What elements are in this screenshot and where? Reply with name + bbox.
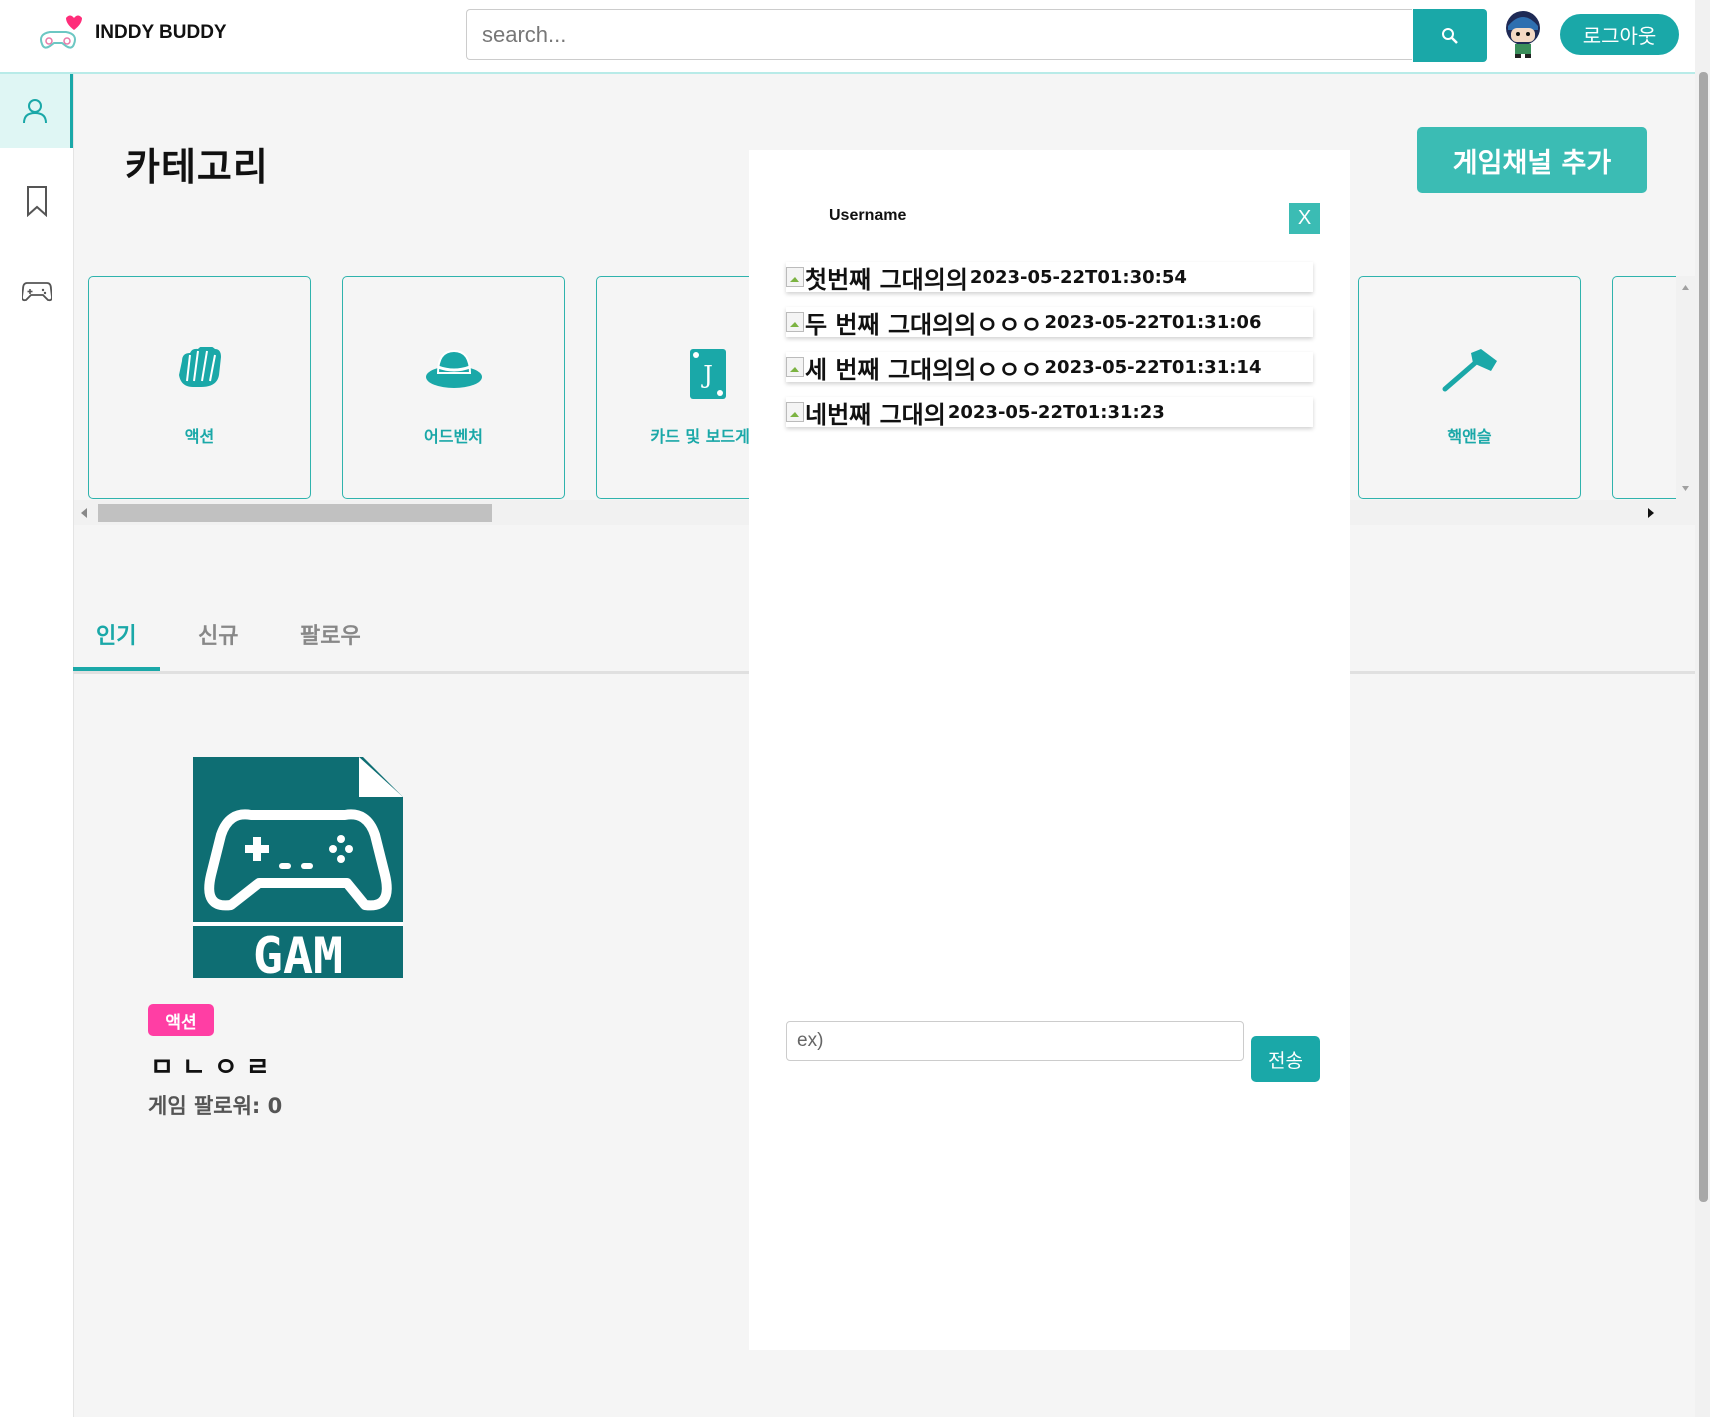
category-label: 핵앤슬	[1447, 427, 1492, 446]
chat-message-text: 네번째 그대의	[805, 400, 946, 429]
hammer-icon	[1442, 349, 1497, 392]
chat-message: 네번째 그대의 2023-05-22T01:31:23	[786, 397, 1313, 429]
chat-message-time: 2023-05-22T01:30:54	[969, 266, 1187, 288]
logout-button[interactable]: 로그아웃	[1560, 14, 1679, 55]
close-chat-button[interactable]: X	[1289, 203, 1320, 234]
brand-name[interactable]: INDDY BUDDY	[95, 22, 227, 44]
chat-message-time: 2023-05-22T01:31:06	[1044, 311, 1262, 333]
logo-icon[interactable]	[34, 12, 82, 56]
add-game-channel-button[interactable]: 게임채널 추가	[1417, 127, 1647, 193]
active-tab-indicator	[73, 667, 160, 671]
scroll-arrows-icon	[1682, 285, 1689, 491]
tab-follow[interactable]: 팔로우	[300, 618, 361, 650]
send-button[interactable]: 전송	[1251, 1036, 1320, 1082]
bookmark-icon	[26, 186, 47, 217]
chat-panel: Username X 첫번째 그대의의 2023-05-22T01:30:54 …	[749, 150, 1350, 1350]
category-title: 카테고리	[125, 145, 269, 189]
search-input[interactable]	[466, 9, 1412, 60]
category-card-adventure[interactable]: 어드벤처	[342, 276, 565, 499]
broken-image-icon	[786, 267, 804, 287]
tab-popular[interactable]: 인기	[96, 618, 136, 650]
category-label: 액션	[184, 427, 215, 446]
carousel-scrollbar-thumb[interactable]	[98, 504, 492, 522]
fist-icon	[178, 347, 221, 387]
game-thumbnail[interactable]: GAM	[191, 755, 405, 980]
chat-message-text: 두 번째 그대의의ㅇㅇㅇ	[805, 310, 1043, 339]
broken-image-icon	[786, 312, 804, 332]
chat-username: Username	[829, 207, 907, 224]
sidebar-item-bookmarks[interactable]	[0, 164, 73, 238]
sidebar	[0, 74, 74, 1417]
broken-image-icon	[786, 402, 804, 422]
sidebar-item-profile[interactable]	[0, 74, 73, 148]
tab-new[interactable]: 신규	[198, 618, 238, 650]
top-header: INDDY BUDDY 로그아웃	[0, 0, 1695, 74]
chat-message-text: 첫번째 그대의의	[805, 265, 968, 294]
user-icon	[23, 99, 47, 124]
sidebar-item-games[interactable]	[0, 254, 73, 328]
category-card-hack-and-slash[interactable]: 핵앤슬	[1358, 276, 1581, 499]
chat-message-time: 2023-05-22T01:31:23	[947, 401, 1165, 423]
avatar[interactable]	[1502, 10, 1544, 58]
thumbnail-text: GAM	[253, 927, 343, 980]
chat-message-text: 세 번째 그대의의ㅇㅇㅇ	[805, 355, 1043, 384]
chat-input[interactable]	[786, 1021, 1244, 1061]
gamepad-icon	[21, 282, 52, 302]
category-card-action[interactable]: 액션	[88, 276, 311, 499]
page-scrollbar-thumb[interactable]	[1699, 72, 1708, 1202]
search-icon	[1442, 27, 1458, 44]
chat-message: 세 번째 그대의의ㅇㅇㅇ 2023-05-22T01:31:14	[786, 352, 1313, 384]
genre-badge: 액션	[148, 1004, 214, 1036]
scroll-right-icon[interactable]	[1647, 507, 1655, 519]
chat-message: 두 번째 그대의의ㅇㅇㅇ 2023-05-22T01:31:06	[786, 307, 1313, 339]
game-title[interactable]: ㅁㄴㅇㄹ	[150, 1047, 278, 1084]
playing-card-icon: J	[689, 349, 726, 399]
chat-message: 첫번째 그대의의 2023-05-22T01:30:54	[786, 262, 1313, 294]
scroll-left-icon[interactable]	[80, 507, 88, 519]
chat-message-time: 2023-05-22T01:31:14	[1044, 356, 1262, 378]
game-follower-count: 게임 팔로워: 0	[148, 1094, 283, 1118]
hat-icon	[425, 349, 482, 388]
carousel-vertical-scrollbar[interactable]	[1676, 276, 1695, 500]
broken-image-icon	[786, 357, 804, 377]
search-button[interactable]	[1413, 9, 1487, 62]
category-label: 어드벤처	[424, 427, 483, 446]
